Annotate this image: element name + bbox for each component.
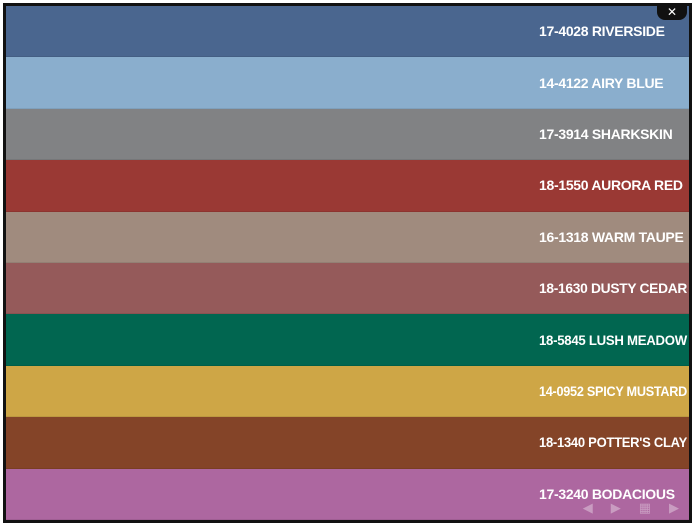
color-swatch: 14-0952 SPICY MUSTARD [6, 365, 689, 418]
grid-icon[interactable]: ▦ [639, 502, 651, 516]
swatch-label: 14-4122 AIRY BLUE [539, 74, 664, 91]
close-icon: ✕ [666, 5, 678, 19]
arrow-left-icon[interactable]: ◀ [583, 502, 593, 516]
play-icon[interactable]: ▶ [611, 502, 621, 516]
swatch-label: 18-1630 DUSTY CEDAR [539, 280, 688, 297]
swatch-label: 14-0952 SPICY MUSTARD [539, 382, 688, 399]
swatch-label: 17-3240 BODACIOUS [539, 485, 675, 502]
swatch-label: 17-4028 RIVERSIDE [539, 23, 665, 40]
swatch-label: 18-5845 LUSH MEADOW [539, 331, 687, 348]
color-swatch: 14-4122 AIRY BLUE [6, 57, 689, 109]
color-swatch-list: 17-4028 RIVERSIDE 14-4122 AIRY BLUE 17-391… [6, 6, 689, 520]
color-swatch: 18-1340 POTTER'S CLAY [6, 417, 689, 469]
swatch-label: 17-3914 SHARKSKIN [539, 125, 673, 142]
color-swatch: 18-5845 LUSH MEADOW [6, 314, 689, 366]
swatch-label: 18-1550 AURORA RED [539, 177, 683, 194]
swatch-label: 18-1340 POTTER'S CLAY [539, 434, 688, 451]
swatch-label: 16-1318 WARM TAUPE [539, 228, 684, 245]
color-swatch: 16-1318 WARM TAUPE [6, 211, 689, 263]
color-swatch: 18-1630 DUSTY CEDAR [6, 262, 689, 315]
slideshow-controls: ◀ ▶ ▦ ▶ [583, 502, 679, 516]
color-swatch: 18-1550 AURORA RED [6, 160, 689, 212]
color-swatch: 17-4028 RIVERSIDE [6, 6, 689, 58]
color-swatch: 17-3914 SHARKSKIN [6, 108, 689, 161]
arrow-right-icon[interactable]: ▶ [669, 502, 679, 516]
close-button[interactable]: ✕ [657, 6, 687, 20]
lightbox-frame: ✕ 17-4028 RIVERSIDE 14-4122 AIRY BLUE 17-3… [3, 3, 692, 523]
